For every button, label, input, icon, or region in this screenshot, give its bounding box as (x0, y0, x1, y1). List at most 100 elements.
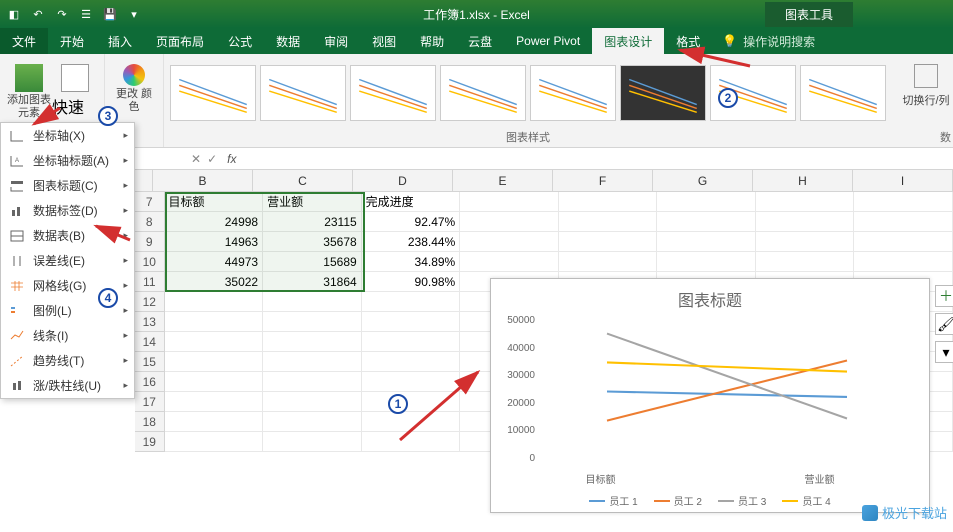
cell[interactable] (263, 392, 362, 412)
menu-item-data-table[interactable]: 数据表(B)▸ (1, 223, 134, 248)
chart-style-thumb[interactable] (620, 65, 706, 121)
menu-item-data-labels[interactable]: 数据标签(D)▸ (1, 198, 134, 223)
cell[interactable] (362, 372, 461, 392)
tab-view[interactable]: 视图 (360, 28, 408, 54)
chart-style-thumb[interactable] (440, 65, 526, 121)
menu-item-chart-title[interactable]: 图表标题(C)▸ (1, 173, 134, 198)
tab-page-layout[interactable]: 页面布局 (144, 28, 216, 54)
column-header[interactable]: C (253, 170, 353, 191)
cancel-icon[interactable]: ✕ (191, 152, 201, 166)
cell[interactable]: 目标额 (165, 192, 264, 212)
cell[interactable] (756, 232, 855, 252)
cell[interactable] (362, 432, 461, 452)
cell[interactable] (165, 392, 264, 412)
cell[interactable] (756, 212, 855, 232)
chart-style-thumb[interactable] (530, 65, 616, 121)
chart-plus-button[interactable]: ＋ (935, 285, 953, 307)
cell[interactable]: 15689 (263, 252, 362, 272)
cell[interactable] (165, 432, 264, 452)
cell[interactable] (756, 192, 855, 212)
column-header[interactable]: E (453, 170, 553, 191)
cell[interactable] (460, 192, 559, 212)
chart-style-thumb[interactable] (350, 65, 436, 121)
menu-item-lines[interactable]: 线条(I)▸ (1, 323, 134, 348)
tab-review[interactable]: 审阅 (312, 28, 360, 54)
row-header[interactable]: 11 (135, 272, 165, 292)
cell[interactable]: 238.44% (362, 232, 461, 252)
cell[interactable]: 44973 (165, 252, 264, 272)
touch-mode-icon[interactable]: ☰ (78, 6, 94, 22)
column-header[interactable]: D (353, 170, 453, 191)
cell[interactable] (460, 252, 559, 272)
cell[interactable]: 完成进度 (362, 192, 461, 212)
cell[interactable] (165, 332, 264, 352)
cell[interactable] (362, 312, 461, 332)
column-header[interactable]: I (853, 170, 953, 191)
undo-icon[interactable]: ↶ (30, 6, 46, 22)
switch-row-col-button[interactable]: 切换行/列 (898, 58, 953, 108)
cell[interactable] (362, 352, 461, 372)
cell[interactable] (460, 232, 559, 252)
cell[interactable] (263, 312, 362, 332)
enter-icon[interactable]: ✓ (207, 152, 217, 166)
cell[interactable] (263, 292, 362, 312)
cell[interactable] (263, 372, 362, 392)
cell[interactable]: 34.89% (362, 252, 461, 272)
menu-item-trendline[interactable]: 趋势线(T)▸ (1, 348, 134, 373)
cell[interactable] (559, 212, 658, 232)
chart-style-thumb[interactable] (260, 65, 346, 121)
row-header[interactable]: 7 (135, 192, 165, 212)
chart-style-thumb[interactable] (170, 65, 256, 121)
cell[interactable] (263, 412, 362, 432)
cell[interactable] (362, 412, 461, 432)
tab-home[interactable]: 开始 (48, 28, 96, 54)
add-chart-element-button[interactable]: 添加图表 元素 (6, 58, 52, 120)
cell[interactable] (460, 212, 559, 232)
row-header[interactable]: 15 (135, 352, 165, 372)
change-colors-button[interactable]: 更改 颜色 (111, 58, 157, 114)
cell[interactable] (756, 252, 855, 272)
chart-style-thumb[interactable] (800, 65, 886, 121)
cell[interactable]: 31864 (263, 272, 362, 292)
chart-filter-button[interactable]: ▾ (935, 341, 953, 363)
cell[interactable] (362, 292, 461, 312)
tab-file[interactable]: 文件 (0, 28, 48, 54)
cell[interactable] (362, 332, 461, 352)
cell[interactable]: 90.98% (362, 272, 461, 292)
cell[interactable]: 营业额 (263, 192, 362, 212)
qat-dropdown-icon[interactable]: ▾ (126, 6, 142, 22)
cell[interactable] (559, 232, 658, 252)
row-header[interactable]: 10 (135, 252, 165, 272)
column-header[interactable]: H (753, 170, 853, 191)
row-header[interactable]: 16 (135, 372, 165, 392)
cell[interactable] (263, 332, 362, 352)
row-header[interactable]: 13 (135, 312, 165, 332)
cell[interactable] (657, 232, 756, 252)
column-header[interactable]: G (653, 170, 753, 191)
tell-me[interactable]: 💡 操作说明搜索 (712, 28, 825, 54)
tab-data[interactable]: 数据 (264, 28, 312, 54)
menu-item-axis-titles[interactable]: A坐标轴标题(A)▸ (1, 148, 134, 173)
cell[interactable]: 24998 (165, 212, 264, 232)
tab-cloud[interactable]: 云盘 (456, 28, 504, 54)
column-header[interactable]: F (553, 170, 653, 191)
cell[interactable] (165, 352, 264, 372)
tab-chart-design[interactable]: 图表设计 (592, 28, 664, 54)
cell[interactable] (657, 212, 756, 232)
cell[interactable] (165, 312, 264, 332)
cell[interactable] (165, 412, 264, 432)
menu-item-up-down-bars[interactable]: 涨/跌柱线(U)▸ (1, 373, 134, 398)
tab-power-pivot[interactable]: Power Pivot (504, 28, 592, 54)
menu-item-axes[interactable]: 坐标轴(X)▸ (1, 123, 134, 148)
redo-icon[interactable]: ↷ (54, 6, 70, 22)
cell[interactable]: 14963 (165, 232, 264, 252)
row-header[interactable]: 17 (135, 392, 165, 412)
chart-object[interactable]: 图表标题 50000400003000020000100000 目标额营业额 员… (490, 278, 930, 513)
cell[interactable] (165, 292, 264, 312)
row-header[interactable]: 18 (135, 412, 165, 432)
cell[interactable] (854, 192, 953, 212)
cell[interactable]: 35022 (165, 272, 264, 292)
menu-item-error-bars[interactable]: 误差线(E)▸ (1, 248, 134, 273)
row-header[interactable]: 14 (135, 332, 165, 352)
cell[interactable] (657, 192, 756, 212)
